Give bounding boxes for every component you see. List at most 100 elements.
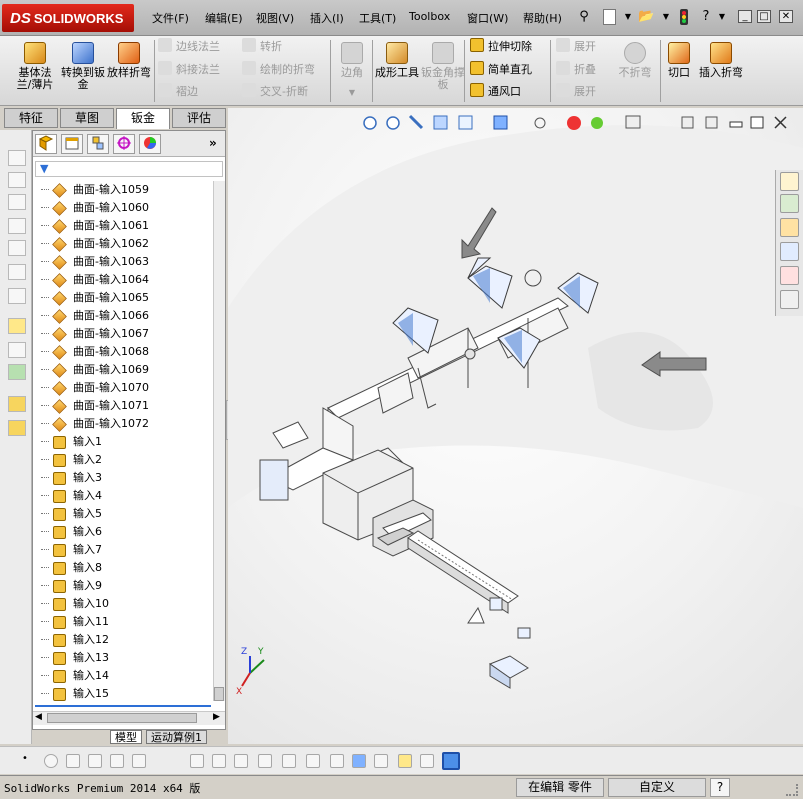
- circle-icon[interactable]: [44, 754, 58, 768]
- wireframe-icon[interactable]: [420, 754, 434, 768]
- rollback-bar[interactable]: [35, 705, 211, 707]
- mirror-icon[interactable]: [190, 754, 204, 768]
- hem-button[interactable]: 褶边: [158, 83, 198, 101]
- design-library-icon[interactable]: [780, 194, 799, 213]
- tile-left-icon[interactable]: [681, 116, 694, 129]
- open-folder-icon[interactable]: 📂: [638, 9, 654, 25]
- offset-icon[interactable]: [212, 754, 226, 768]
- cube-icon[interactable]: [8, 194, 26, 210]
- grid-icon[interactable]: [306, 754, 320, 768]
- edit-appearance-icon[interactable]: [567, 116, 581, 130]
- menu-window[interactable]: 窗口(W): [467, 10, 508, 26]
- arc-icon[interactable]: [132, 754, 146, 768]
- feature-tree-icon[interactable]: [35, 134, 57, 154]
- sketched-bend-button[interactable]: 绘制的折弯: [242, 61, 315, 79]
- file-explorer-icon[interactable]: [780, 218, 799, 237]
- custom-properties-icon[interactable]: [780, 290, 799, 309]
- appearances-icon[interactable]: [780, 266, 799, 285]
- help-icon[interactable]: ?: [710, 778, 730, 797]
- tab-sheet-metal[interactable]: 钣金: [116, 108, 170, 129]
- convert-to-sheet-metal-button[interactable]: 转换到钣金: [60, 42, 106, 91]
- flatten-button[interactable]: 展开: [556, 83, 596, 101]
- layer-icon[interactable]: [8, 396, 26, 412]
- tree-item[interactable]: 输入13: [33, 649, 211, 667]
- tree-item[interactable]: 输入1: [33, 433, 211, 451]
- property-manager-icon[interactable]: [61, 134, 83, 154]
- menu-view[interactable]: 视图(V): [256, 10, 294, 26]
- tree-item[interactable]: 曲面-输入1070: [33, 379, 211, 397]
- menu-tools[interactable]: 工具(T): [359, 10, 396, 26]
- relation-icon[interactable]: [8, 364, 26, 380]
- point-icon[interactable]: •: [22, 753, 36, 767]
- menu-file[interactable]: 文件(F): [152, 10, 189, 26]
- minimize-icon[interactable]: _: [738, 10, 752, 23]
- traffic-light-icon[interactable]: [676, 9, 692, 25]
- smart-dimension-icon[interactable]: [8, 318, 26, 334]
- centerpoint-icon[interactable]: [258, 754, 272, 768]
- tree-item[interactable]: 输入9: [33, 577, 211, 595]
- corners-button[interactable]: 边角 ▼: [332, 42, 372, 99]
- tree-item[interactable]: 输入6: [33, 523, 211, 541]
- move-icon[interactable]: [374, 754, 388, 768]
- viewport-restore-icon[interactable]: [750, 116, 764, 129]
- tab-features[interactable]: 特征: [4, 108, 58, 128]
- tree-item[interactable]: 曲面-输入1062: [33, 235, 211, 253]
- graphics-area[interactable]: Y Z X: [228, 108, 803, 744]
- help-icon[interactable]: ?: [698, 9, 714, 25]
- dimension-icon[interactable]: [282, 754, 296, 768]
- insert-bends-button[interactable]: 插入折弯: [698, 42, 744, 79]
- line-icon[interactable]: [66, 754, 80, 768]
- layer-icon[interactable]: [8, 420, 26, 436]
- viewport-minimize-icon[interactable]: [729, 121, 743, 128]
- tree-item[interactable]: 曲面-输入1065: [33, 289, 211, 307]
- tree-item[interactable]: 输入12: [33, 631, 211, 649]
- display-manager-icon[interactable]: [139, 134, 161, 154]
- 3d-box-icon[interactable]: [352, 754, 366, 768]
- forming-tool-button[interactable]: 成形工具: [374, 42, 420, 79]
- miter-flange-button[interactable]: 斜接法兰: [158, 61, 220, 79]
- tree-item[interactable]: 输入2: [33, 451, 211, 469]
- cube-icon[interactable]: [8, 240, 26, 256]
- tree-item[interactable]: 曲面-输入1063: [33, 253, 211, 271]
- tree-item[interactable]: 曲面-输入1061: [33, 217, 211, 235]
- tree-item[interactable]: 曲面-输入1067: [33, 325, 211, 343]
- base-flange-button[interactable]: 基体法兰/薄片: [12, 42, 58, 91]
- vertical-scrollbar[interactable]: [213, 181, 225, 701]
- scroll-right-icon[interactable]: ▶: [213, 712, 220, 722]
- chevron-down-icon[interactable]: ▼: [620, 9, 636, 25]
- tab-sketch[interactable]: 草图: [60, 108, 114, 128]
- apply-scene-icon[interactable]: [591, 117, 603, 129]
- vent-button[interactable]: 通风口: [470, 83, 521, 101]
- chevron-down-icon[interactable]: ▼: [658, 9, 674, 25]
- tree-item[interactable]: 输入4: [33, 487, 211, 505]
- new-document-icon[interactable]: [603, 9, 616, 25]
- tree-item[interactable]: 输入3: [33, 469, 211, 487]
- filter-field[interactable]: ▼: [35, 161, 223, 177]
- units-selector[interactable]: 自定义: [608, 778, 706, 797]
- tree-item[interactable]: 曲面-输入1066: [33, 307, 211, 325]
- scrollbar-thumb[interactable]: [47, 713, 197, 723]
- tree-item[interactable]: 输入8: [33, 559, 211, 577]
- unfold-button[interactable]: 展开: [556, 38, 596, 56]
- zoom-to-fit-icon[interactable]: [363, 116, 377, 130]
- plus-icon[interactable]: [8, 342, 26, 358]
- extruded-cut-button[interactable]: 拉伸切除: [470, 38, 532, 56]
- polygon-icon[interactable]: [88, 754, 102, 768]
- shaded-icon[interactable]: [442, 752, 460, 770]
- home-icon[interactable]: [780, 172, 799, 191]
- tree-item[interactable]: 曲面-输入1068: [33, 343, 211, 361]
- edge-flange-button[interactable]: 边线法兰: [158, 38, 220, 56]
- expand-panel-icon[interactable]: »: [209, 136, 217, 150]
- cube-icon[interactable]: [8, 218, 26, 234]
- view-orientation-icon[interactable]: [458, 115, 473, 130]
- jog-button[interactable]: 转折: [242, 38, 282, 56]
- tree-item[interactable]: 输入10: [33, 595, 211, 613]
- cross-break-button[interactable]: 交叉-折断: [242, 83, 308, 101]
- trim-icon[interactable]: [110, 754, 124, 768]
- tab-evaluate[interactable]: 评估: [172, 108, 226, 128]
- tree-item[interactable]: 曲面-输入1069: [33, 361, 211, 379]
- cube-icon[interactable]: [8, 172, 26, 188]
- view-palette-icon[interactable]: [780, 242, 799, 261]
- display-style-icon[interactable]: [493, 115, 508, 130]
- tree-item[interactable]: 输入11: [33, 613, 211, 631]
